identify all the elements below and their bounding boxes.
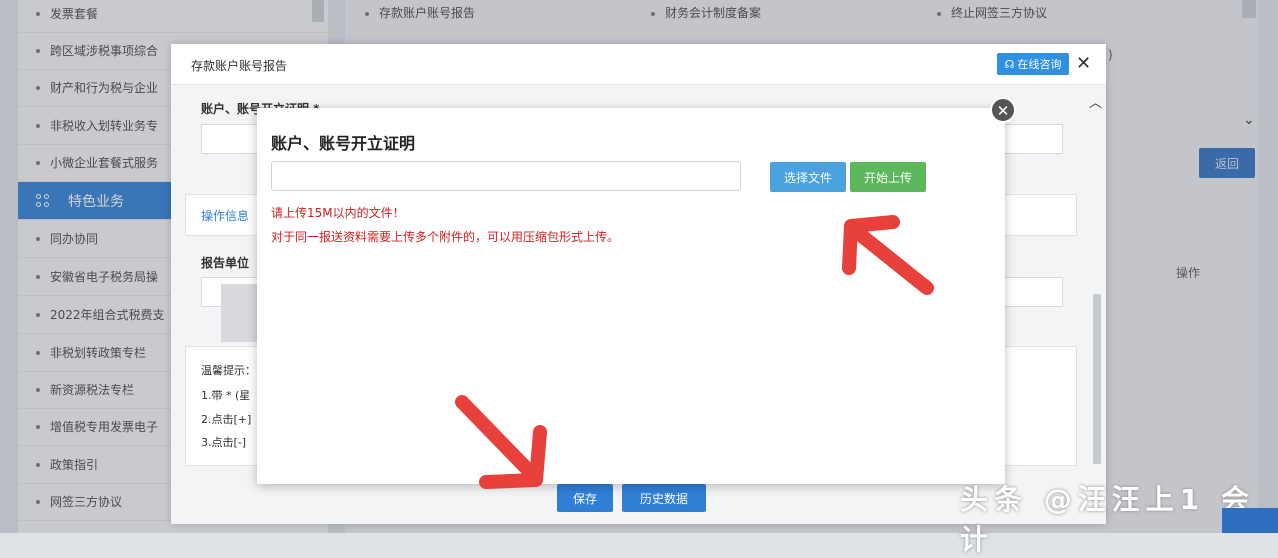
tip-line-2: 2.点击[+] — [201, 413, 252, 426]
red-arrow-icon — [842, 215, 934, 295]
close-icon[interactable]: ✕ — [1076, 53, 1091, 74]
report-unit-label: 报告单位 — [201, 256, 250, 270]
dialog-title: 存款账户账号报告 — [191, 59, 288, 73]
size-limit-note: 请上传15M以内的文件！ — [271, 206, 405, 220]
tip-line-3: 3.点击[-] — [201, 436, 247, 449]
tip-title: 温馨提示： — [201, 364, 256, 377]
corner-widget[interactable] — [1222, 508, 1278, 533]
dialog-header: 存款账户账号报告 ☊ 在线咨询 ✕ — [171, 44, 1106, 85]
choose-file-button[interactable]: 选择文件 — [770, 162, 846, 192]
red-arrow-icon — [455, 395, 547, 489]
save-button[interactable]: 保存 — [557, 484, 613, 512]
chevron-up-icon[interactable]: ︿ — [1089, 92, 1102, 111]
upload-dialog-title: 账户、账号开立证明 — [271, 134, 416, 153]
tip-line-1: 1.带 * (星 — [201, 389, 251, 402]
dialog-scrollbar[interactable] — [1093, 294, 1101, 464]
file-path-input[interactable] — [271, 161, 741, 191]
operation-info-title: 操作信息 — [201, 209, 250, 223]
start-upload-button[interactable]: 开始上传 — [850, 162, 926, 192]
close-upload-icon[interactable]: ✕ — [990, 97, 1016, 123]
history-data-button[interactable]: 历史数据 — [622, 484, 706, 512]
zip-upload-note: 对于同一报送资料需要上传多个附件的，可以用压缩包形式上传。 — [271, 230, 620, 244]
headset-icon: ☊ — [1004, 57, 1015, 71]
online-consult-button[interactable]: ☊ 在线咨询 — [997, 53, 1069, 75]
